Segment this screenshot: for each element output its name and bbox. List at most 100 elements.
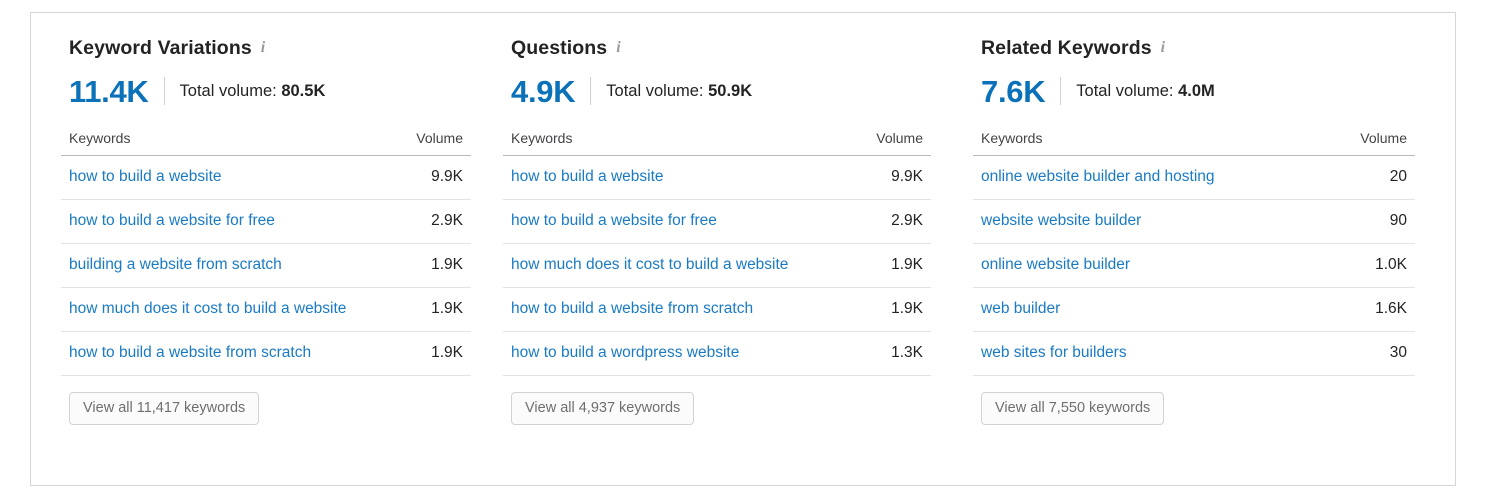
volume-cell: 1.9K [369, 287, 471, 331]
view-all-wrapper: View all 4,937 keywords [511, 392, 931, 426]
table-row: website website builder 90 [973, 199, 1415, 243]
volume-cell: 1.9K [369, 331, 471, 375]
columns-container: Keyword Variations i 11.4K Total volume:… [31, 13, 1455, 485]
total-volume-label: Total volume: [1076, 82, 1173, 100]
table-row: web builder 1.6K [973, 287, 1415, 331]
table-body: how to build a website 9.9K how to build… [61, 156, 471, 376]
header-volume: Volume [829, 130, 931, 156]
total-volume-label: Total volume: [606, 82, 703, 100]
table-row: how much does it cost to build a website… [61, 287, 471, 331]
table-body: online website builder and hosting 20 we… [973, 156, 1415, 376]
table-row: how to build a website from scratch 1.9K [503, 287, 931, 331]
table-header-row: Keywords Volume [973, 130, 1415, 156]
info-icon[interactable]: i [261, 40, 266, 56]
keyword-count: 4.9K [511, 76, 575, 107]
info-icon[interactable]: i [1161, 40, 1166, 56]
keyword-cell: website website builder [973, 199, 1313, 243]
keyword-cell: how much does it cost to build a website [503, 243, 829, 287]
volume-cell: 20 [1313, 156, 1415, 200]
table-head: Keywords Volume [61, 130, 471, 156]
column-title: Questions i [511, 37, 931, 60]
keyword-cell: how to build a website for free [61, 199, 369, 243]
volume-cell: 1.9K [829, 243, 931, 287]
view-all-keywords-button[interactable]: View all 7,550 keywords [981, 392, 1164, 426]
total-volume: Total volume: 4.0M [1076, 82, 1215, 101]
keyword-link[interactable]: how to build a website [511, 168, 664, 185]
keyword-cell: web sites for builders [973, 331, 1313, 375]
keyword-cell: online website builder [973, 243, 1313, 287]
stat-row: 11.4K Total volume: 80.5K [69, 74, 471, 108]
keyword-cell: how to build a website from scratch [503, 287, 829, 331]
view-all-keywords-button[interactable]: View all 4,937 keywords [511, 392, 694, 426]
stat-row: 4.9K Total volume: 50.9K [511, 74, 931, 108]
table-row: how to build a website for free 2.9K [61, 199, 471, 243]
view-all-wrapper: View all 7,550 keywords [981, 392, 1415, 426]
total-volume-value: 50.9K [708, 82, 752, 100]
table-header-row: Keywords Volume [503, 130, 931, 156]
volume-cell: 90 [1313, 199, 1415, 243]
volume-cell: 2.9K [829, 199, 931, 243]
column-title: Keyword Variations i [69, 37, 471, 60]
column-title: Related Keywords i [981, 37, 1415, 60]
view-all-wrapper: View all 11,417 keywords [69, 392, 471, 426]
volume-cell: 30 [1313, 331, 1415, 375]
volume-cell: 9.9K [829, 156, 931, 200]
keyword-cell: how to build a website [503, 156, 829, 200]
keyword-cell: how to build a website from scratch [61, 331, 369, 375]
keyword-link[interactable]: website website builder [981, 212, 1141, 229]
header-keywords: Keywords [503, 130, 829, 156]
keyword-link[interactable]: how to build a website for free [69, 212, 275, 229]
keyword-cell: building a website from scratch [61, 243, 369, 287]
total-volume-value: 4.0M [1178, 82, 1215, 100]
view-all-keywords-button[interactable]: View all 11,417 keywords [69, 392, 259, 426]
keyword-link[interactable]: web sites for builders [981, 344, 1127, 361]
stat-row: 7.6K Total volume: 4.0M [981, 74, 1415, 108]
table-row: how to build a website 9.9K [503, 156, 931, 200]
volume-cell: 1.0K [1313, 243, 1415, 287]
column-title-text: Related Keywords [981, 37, 1152, 60]
keyword-link[interactable]: how to build a website from scratch [511, 300, 753, 317]
stat-divider [590, 77, 591, 105]
table-row: how to build a website for free 2.9K [503, 199, 931, 243]
header-volume: Volume [369, 130, 471, 156]
keyword-link[interactable]: online website builder [981, 256, 1130, 273]
keyword-link[interactable]: how to build a wordpress website [511, 344, 739, 361]
info-icon[interactable]: i [616, 40, 621, 56]
keyword-count: 7.6K [981, 76, 1045, 107]
stat-divider [164, 77, 165, 105]
table-head: Keywords Volume [973, 130, 1415, 156]
total-volume: Total volume: 50.9K [606, 82, 752, 101]
volume-cell: 1.9K [829, 287, 931, 331]
keyword-link[interactable]: how to build a website from scratch [69, 344, 311, 361]
total-volume-value: 80.5K [281, 82, 325, 100]
table-row: how to build a website from scratch 1.9K [61, 331, 471, 375]
keyword-link[interactable]: online website builder and hosting [981, 168, 1215, 185]
keywords-table: Keywords Volume how to build a website 9… [503, 130, 931, 376]
table-row: how much does it cost to build a website… [503, 243, 931, 287]
keyword-cell: how to build a wordpress website [503, 331, 829, 375]
table-row: online website builder 1.0K [973, 243, 1415, 287]
keyword-link[interactable]: how to build a website [69, 168, 222, 185]
total-volume: Total volume: 80.5K [180, 82, 326, 101]
table-row: online website builder and hosting 20 [973, 156, 1415, 200]
table-row: building a website from scratch 1.9K [61, 243, 471, 287]
keyword-link[interactable]: how much does it cost to build a website [511, 256, 788, 273]
keywords-table: Keywords Volume how to build a website 9… [61, 130, 471, 376]
stat-divider [1060, 77, 1061, 105]
keyword-link[interactable]: web builder [981, 300, 1060, 317]
column-questions: Questions i 4.9K Total volume: 50.9K Key… [503, 37, 973, 485]
column-title-text: Questions [511, 37, 607, 60]
table-row: how to build a website 9.9K [61, 156, 471, 200]
keyword-link[interactable]: how much does it cost to build a website [69, 300, 346, 317]
table-head: Keywords Volume [503, 130, 931, 156]
keyword-cell: how to build a website [61, 156, 369, 200]
column-related-keywords: Related Keywords i 7.6K Total volume: 4.… [973, 37, 1415, 485]
keyword-cell: online website builder and hosting [973, 156, 1313, 200]
keyword-link[interactable]: building a website from scratch [69, 256, 282, 273]
volume-cell: 2.9K [369, 199, 471, 243]
keyword-overview-card: Keyword Variations i 11.4K Total volume:… [30, 12, 1456, 486]
table-body: how to build a website 9.9K how to build… [503, 156, 931, 376]
keywords-table: Keywords Volume online website builder a… [973, 130, 1415, 376]
table-header-row: Keywords Volume [61, 130, 471, 156]
keyword-link[interactable]: how to build a website for free [511, 212, 717, 229]
